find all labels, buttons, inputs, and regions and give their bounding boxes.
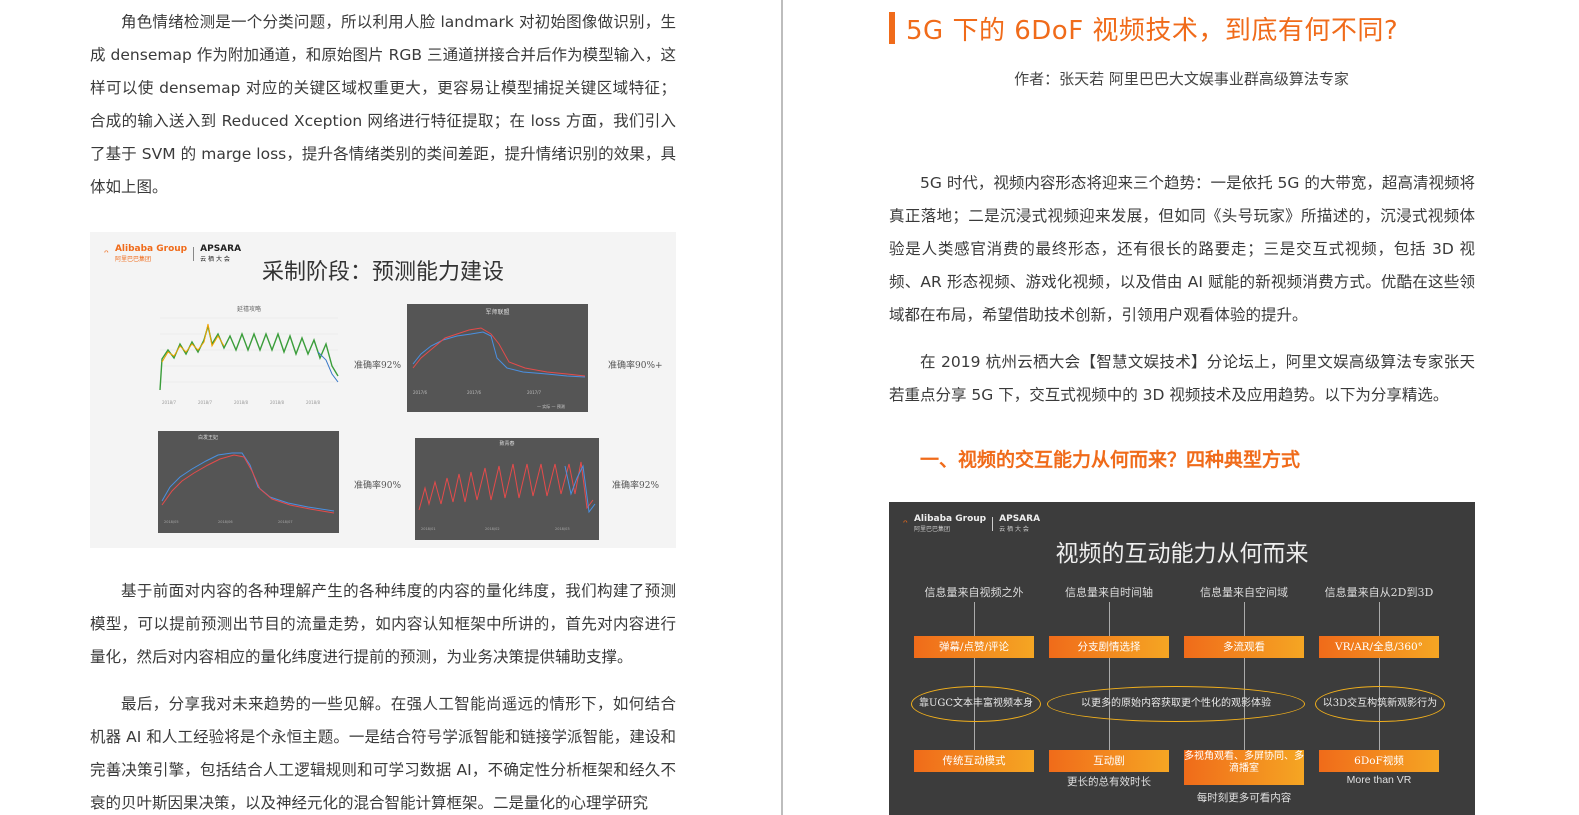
svg-text:2018/03: 2018/03 [555, 527, 570, 531]
svg-text:2018/8: 2018/8 [270, 400, 285, 405]
apsara-logo-text: APSARA [200, 244, 242, 254]
right-page: 5G 下的 6DoF 视频技术，到底有何不同? 作者：张天若 阿里巴巴大文娱事业… [784, 0, 1579, 815]
svg-text:2018/7: 2018/7 [198, 400, 213, 405]
left-page: 角色情绪检测是一个分类问题，所以利用人脸 landmark 对初始图像做识别，生… [0, 0, 780, 815]
svg-text:2018/8: 2018/8 [234, 400, 249, 405]
slide-title: 视频的互动能力从何而来 [1055, 541, 1309, 567]
chart-yanxi-accuracy: 准确率92% [354, 361, 402, 371]
svg-text:2017/6: 2017/6 [467, 390, 482, 395]
svg-text:2017/6: 2017/6 [413, 390, 428, 395]
left-paragraph-2: 基于前面对内容的各种理解产生的各种纬度的内容的量化纬度，我们构建了预测模型，可以… [90, 582, 676, 666]
ellipse-3d: 以3D交互构筑新观影行为 [1315, 686, 1445, 722]
page-divider [781, 0, 783, 815]
box-6dof: 6DoF视频 [1319, 750, 1439, 772]
subtext-timeline: 更长的总有效时长 [1067, 776, 1151, 788]
ellipse-ugc: 靠UGC文本丰富视频本身 [911, 686, 1041, 722]
alibaba-logo-icon: ᵔ [903, 516, 908, 531]
left-paragraph-1: 角色情绪检测是一个分类问题，所以利用人脸 landmark 对初始图像做识别，生… [90, 13, 676, 196]
chart-junshi-plot: 2017/6 2017/6 2017/7 — 实际 — 预测 [412, 327, 586, 409]
ellipse-personalized: 以更多的原始内容获取更个性化的观影体验 [1047, 686, 1305, 722]
column-head-outside: 信息量来自视频之外 [924, 586, 1024, 599]
chart-baifa: 白发王妃 2018/05 2018/06 2018/07 [158, 431, 339, 533]
svg-text:2018/07: 2018/07 [278, 520, 293, 524]
column-head-3d: 信息量来自从2D到3D [1324, 586, 1434, 599]
box-danmu: 弹幕/点赞/评论 [914, 636, 1034, 658]
connector-line [1109, 602, 1110, 636]
svg-text:2017/7: 2017/7 [527, 390, 542, 395]
alibaba-logo-subtext: 阿里巴巴集团 [913, 526, 950, 533]
box-vr: VR/AR/全息/360° [1319, 636, 1439, 658]
chart-baifa-plot: 2018/05 2018/06 2018/07 [161, 452, 335, 524]
alibaba-logo-text: Alibaba Group [114, 244, 188, 254]
chart-junshi-accuracy: 准确率90%+ [608, 361, 663, 371]
svg-text:2018/02: 2018/02 [485, 527, 500, 531]
author-line: 作者：张天若 阿里巴巴大文娱事业群高级算法专家 [1014, 70, 1349, 88]
slide-logo: ᵔ Alibaba Group 阿里巴巴集团 APSARA 云 栖 大 会 [903, 514, 1040, 533]
subtext-3d: More than VR [1346, 774, 1412, 786]
svg-text:2018/7: 2018/7 [162, 400, 177, 405]
box-multistream: 多流观看 [1184, 636, 1304, 658]
chart-junshi: 军师联盟 2017/6 2017/6 2017/7 — 实际 — 预测 [407, 304, 588, 412]
logo-divider [992, 516, 994, 531]
apsara-logo-text: APSARA [999, 514, 1041, 524]
svg-text:2018/06: 2018/06 [218, 520, 233, 524]
alibaba-logo-text: Alibaba Group [913, 514, 987, 524]
chart-zhiqingchun-plot: 2018/01 2018/02 2018/03 [418, 461, 596, 531]
svg-text:2018/8: 2018/8 [306, 400, 321, 405]
section-title: 一、视频的交互能力从何而来？四种典型方式 [920, 449, 1301, 471]
svg-text:2018/05: 2018/05 [164, 520, 179, 524]
right-paragraph-1: 5G 时代，视频内容形态将迎来三个趋势：一是依托 5G 的大带宽，超高清视频将真… [889, 174, 1475, 324]
svg-text:— 实际 — 预测: — 实际 — 预测 [537, 403, 565, 409]
chart-zhiqingchun: 致青春 2018/01 2018/02 2018/03 [415, 438, 599, 540]
box-traditional: 传统互动模式 [914, 750, 1034, 772]
chart-yanxi-plot: 2018/7 2018/7 2018/8 2018/8 2018/8 [159, 317, 339, 405]
title-accent-bar [889, 12, 895, 44]
svg-text:2018/01: 2018/01 [421, 527, 436, 531]
apsara-logo-subtext: 云 栖 大 会 [999, 526, 1029, 533]
box-branch: 分支剧情选择 [1049, 636, 1169, 658]
prediction-slide: ᵔ Alibaba Group 阿里巴巴集团 APSARA 云 栖 大 会 采制… [90, 232, 676, 548]
connector-line [974, 602, 975, 636]
right-paragraph-2: 在 2019 杭州云栖大会【智慧文娱技术】分论坛上，阿里文娱高级算法专家张天若重… [889, 353, 1475, 404]
box-multiview: 多视角观看、多屏协同、多滴播室 [1184, 750, 1304, 785]
box-interactive-drama: 互动剧 [1049, 750, 1169, 772]
column-head-space: 信息量来自空间域 [1200, 586, 1288, 599]
connector-line [1244, 602, 1245, 636]
article-title: 5G 下的 6DoF 视频技术，到底有何不同? [906, 16, 1399, 46]
subtext-space: 每时刻更多可看内容 [1196, 792, 1292, 804]
chart-zhiqingchun-accuracy: 准确率92% [612, 481, 660, 491]
left-paragraph-3: 最后，分享我对未来趋势的一些见解。在强人工智能尚遥远的情形下，如何结合机器 AI… [90, 695, 676, 812]
chart-baifa-accuracy: 准确率90% [354, 481, 402, 491]
chart-yanxi: 延禧攻略 2018/7 2018/7 2018/8 2018/8 2018/8 [158, 304, 340, 412]
connector-line [1379, 602, 1380, 636]
column-head-timeline: 信息量来自时间轴 [1065, 586, 1153, 599]
slide-title: 采制阶段：预测能力建设 [261, 260, 504, 285]
interaction-slide: ᵔ Alibaba Group 阿里巴巴集团 APSARA 云 栖 大 会 视频… [889, 502, 1475, 815]
